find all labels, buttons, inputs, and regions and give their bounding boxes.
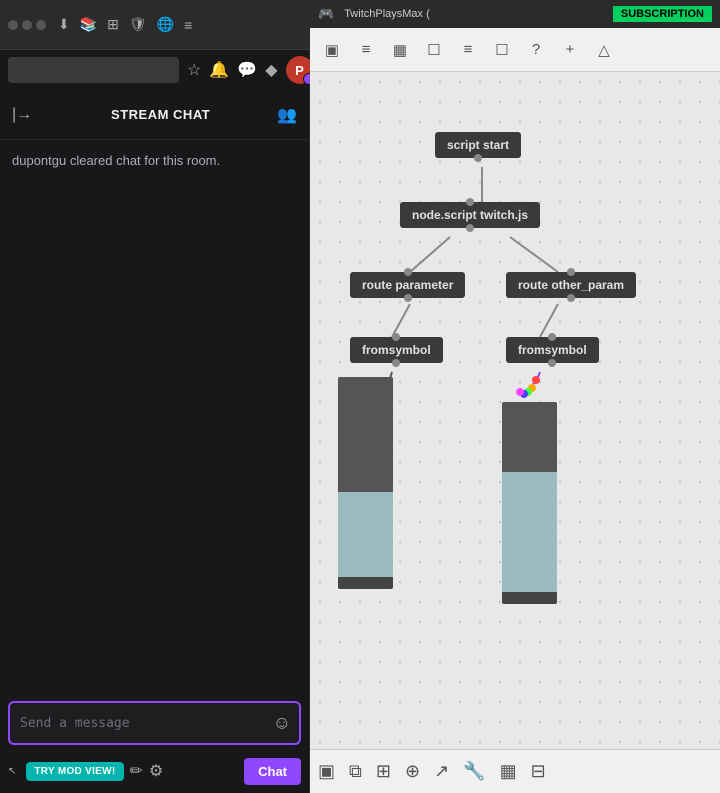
tube-left-bottom <box>338 577 393 589</box>
tube-right-bottom <box>502 592 557 604</box>
node-port-out[interactable] <box>392 359 400 367</box>
select-bottom-icon[interactable]: ▣ <box>318 761 335 782</box>
dot-1 <box>8 20 18 30</box>
arrow-bottom-icon[interactable]: ↗ <box>434 761 449 782</box>
download-icon[interactable]: ⬇ <box>58 16 70 33</box>
tab-favicon-icon: 🎮 <box>318 6 334 22</box>
back-arrow-icon[interactable]: |→ <box>12 106 32 124</box>
node-port-out[interactable] <box>466 224 474 232</box>
chat-bubble-icon[interactable]: 💬 <box>237 60 257 80</box>
mod-view-button[interactable]: TRY MOD VIEW! <box>26 762 123 781</box>
cursor-indicator: ↖ <box>8 766 16 777</box>
canvas-toolbar-top: ▣ ≡ ▦ ☐ ≡ ☐ ? + △ <box>310 28 720 72</box>
left-panel: ⬇ 📚 ⊞ 🛡 🌐 ≡ ☆ 🔔 💬 ◆ P |→ STREAM CHAT 👥 d… <box>0 0 310 793</box>
tube-left-body <box>338 377 393 577</box>
bottom-toolbar: ↖ TRY MOD VIEW! ✏ ⚙ Chat <box>0 749 309 793</box>
tube-right <box>502 402 557 604</box>
canvas-bottom-bar: ▣ ⧉ ⊞ ⊕ ↗ 🔧 ▦ ⊟ <box>310 749 720 793</box>
tube-right-fill <box>502 472 557 592</box>
browser-bar: ⬇ 📚 ⊞ 🛡 🌐 ≡ <box>0 0 309 50</box>
message-input-wrapper: ☺ <box>8 701 301 745</box>
dot-2 <box>22 20 32 30</box>
diamond-icon[interactable]: ◆ <box>265 60 277 80</box>
message-input[interactable] <box>20 716 263 731</box>
node-port-in[interactable] <box>548 333 556 341</box>
chat-title: STREAM CHAT <box>44 107 277 122</box>
triangle-tool[interactable]: △ <box>590 36 618 64</box>
globe-icon[interactable]: 🌐 <box>157 16 174 33</box>
library-icon[interactable]: 📚 <box>80 16 97 33</box>
search-input[interactable] <box>8 57 179 83</box>
star-icon[interactable]: ☆ <box>187 60 201 80</box>
node-route-other[interactable]: route other_param <box>506 272 636 298</box>
tube-left <box>338 377 393 589</box>
select-tool[interactable]: ▣ <box>318 36 346 64</box>
node-port-in[interactable] <box>466 198 474 206</box>
chat-messages: dupontgu cleared chat for this room. <box>0 140 309 693</box>
tube-left-fill <box>338 492 393 577</box>
node-port-out[interactable] <box>567 294 575 302</box>
frame-tool[interactable]: ≡ <box>352 36 380 64</box>
menu-icon[interactable]: ≡ <box>184 17 192 33</box>
node-fromsymbol-right[interactable]: fromsymbol <box>506 337 599 363</box>
dot-3 <box>36 20 46 30</box>
keyboard-bottom-icon[interactable]: ⊟ <box>531 761 546 782</box>
grid-icon[interactable]: ⊞ <box>107 16 119 33</box>
shape-tool[interactable]: ☐ <box>420 36 448 64</box>
subscription-badge: SUBSCRIPTION <box>613 6 712 22</box>
settings-icon[interactable]: ⚙ <box>149 761 163 781</box>
search-icons: ☆ 🔔 💬 ◆ P <box>187 56 314 84</box>
node-port-out[interactable] <box>404 294 412 302</box>
browser-dots <box>8 20 46 30</box>
node-canvas: script start node.script twitch.js route… <box>310 72 720 749</box>
pencil-icon[interactable]: ✏ <box>130 761 143 781</box>
copy-bottom-icon[interactable]: ⧉ <box>349 761 362 782</box>
node-route-parameter[interactable]: route parameter <box>350 272 465 298</box>
path-tool[interactable]: ☐ <box>488 36 516 64</box>
node-port-in[interactable] <box>404 268 412 276</box>
chat-input-area: ☺ <box>0 693 309 749</box>
bell-icon[interactable]: 🔔 <box>209 60 229 80</box>
chat-header: |→ STREAM CHAT 👥 <box>0 90 309 140</box>
node-fromsymbol-left[interactable]: fromsymbol <box>350 337 443 363</box>
emoji-button[interactable]: ☺ <box>273 713 291 734</box>
add-bottom-icon[interactable]: ⊕ <box>405 761 420 782</box>
rect-tool[interactable]: ▦ <box>386 36 414 64</box>
search-bar: ☆ 🔔 💬 ◆ P <box>0 50 309 90</box>
wrench-bottom-icon[interactable]: 🔧 <box>463 761 485 782</box>
shield-icon[interactable]: 🛡 <box>129 16 147 33</box>
browser-icons: ⬇ 📚 ⊞ 🛡 🌐 ≡ <box>58 16 192 33</box>
chat-button[interactable]: Chat <box>244 758 301 785</box>
tube-right-body <box>502 402 557 592</box>
node-port-out[interactable] <box>548 359 556 367</box>
help-tool[interactable]: ? <box>522 36 550 64</box>
users-icon[interactable]: 👥 <box>277 105 297 125</box>
add-tool[interactable]: + <box>556 36 584 64</box>
node-port-out[interactable] <box>474 154 482 162</box>
node-port-in[interactable] <box>567 268 575 276</box>
grid-bottom-icon[interactable]: ⊞ <box>376 761 391 782</box>
node-port-in[interactable] <box>392 333 400 341</box>
system-message: dupontgu cleared chat for this room. <box>12 152 297 170</box>
tab-bar: 🎮 TwitchPlaysMax ( SUBSCRIPTION <box>310 0 720 28</box>
node-script-start[interactable]: script start <box>435 132 521 158</box>
right-panel: 🎮 TwitchPlaysMax ( SUBSCRIPTION ▣ ≡ ▦ ☐ … <box>310 0 720 793</box>
line-tool[interactable]: ≡ <box>454 36 482 64</box>
tab-title[interactable]: TwitchPlaysMax ( <box>334 5 440 23</box>
node-twitch-script[interactable]: node.script twitch.js <box>400 202 540 228</box>
bars-bottom-icon[interactable]: ▦ <box>500 761 517 782</box>
